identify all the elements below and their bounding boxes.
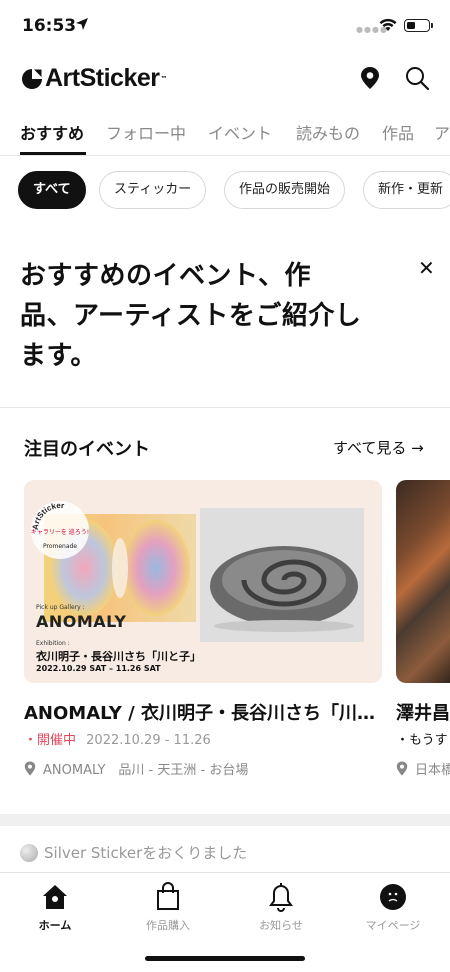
event-card-location-2: 日本橋 [396,759,450,778]
tab-home[interactable]: ホーム [10,881,100,933]
filter-chip-all[interactable]: すべて [18,171,86,209]
logo-mark-icon [22,68,42,89]
event-dates: 2022.10.29 - 11.26 [86,733,211,748]
event-card-location: ANOMALY 品川 - 天王洲 - お台場 [24,759,248,778]
tab-shop[interactable]: 作品購入 [123,881,213,933]
intro-line-1: おすすめのイベント、作 [20,261,311,291]
wifi-icon [379,18,397,31]
tab-shop-label: 作品購入 [146,919,190,932]
notice-text: Silver Stickerをおくりました [44,844,248,862]
tab-events[interactable]: イベント [208,120,272,144]
logo-trademark: ™ [160,74,168,83]
event-card-title-2[interactable]: 澤井昌 [396,699,450,725]
badge-text-2: Promenade [43,543,77,550]
badge-inner-text: ギャラリーを 巡ろう! [31,528,89,536]
location-pin-icon [24,761,36,776]
main-tabs: おすすめ フォロー中 イベント 読みもの 作品 ア [0,116,450,156]
home-icon [43,885,67,909]
location-pin-icon [396,761,408,776]
exhibition-date: 2022.10.29 SAT – 11.26 SAT [36,664,161,673]
tab-mypage[interactable]: マイページ [348,881,438,933]
see-all-link[interactable]: すべて見る → [333,437,424,458]
section-divider [0,407,450,408]
exhibition-title: 衣川明子・長谷川さち「川と子」 [36,650,201,663]
intro-line-2: 品、アーティストをご紹介し [20,301,362,331]
battery-icon [404,19,433,32]
sticker-notice[interactable]: Silver Stickerをおくりました [20,842,247,863]
shopping-bag-icon [157,882,179,910]
status-time: 16:53 [22,16,77,36]
tab-recommended[interactable]: おすすめ [20,120,84,144]
filter-chip-sticker[interactable]: スティッカー [99,171,207,209]
silver-sticker-icon [20,843,38,862]
intro-heading: おすすめのイベント、作 品、アーティストをご紹介し ます。 [20,256,400,376]
tab-home-label: ホーム [38,919,72,932]
filter-chips: すべて スティッカー 作品の販売開始 新作・更新 [0,171,450,211]
tab-more[interactable]: ア [434,120,450,144]
venue-text-2: 日本橋 [415,763,450,778]
tab-works[interactable]: 作品 [382,120,414,144]
bell-icon [269,883,293,912]
artsticker-logo[interactable]: ArtSticker ™ [20,64,168,93]
tab-mypage-label: マイページ [365,919,421,932]
close-icon[interactable]: ✕ [418,256,435,280]
tab-notifications-label: お知らせ [259,919,303,932]
logo-text: ArtSticker [45,64,160,92]
section-title: 注目のイベント [24,439,150,460]
filter-chip-new-updated[interactable]: 新作・更新 [363,171,450,209]
section-separator [0,814,450,826]
map-pin-icon[interactable] [360,66,380,90]
event-card-image[interactable]: ArtSticker ギャラリーを 巡ろう! Promenade Pick up… [24,480,382,683]
status-bar: 16:53 ●●●● [0,0,450,50]
search-icon[interactable] [404,65,430,91]
pickup-label: Pick up Gallery : [36,604,85,611]
sculpture-photo [200,508,364,642]
tab-following[interactable]: フォロー中 [106,120,186,144]
event-card-status: ・開催中 2022.10.29 - 11.26 [24,729,211,748]
event-card-status-2: ・もうす [396,733,448,748]
filter-chip-sales-start[interactable]: 作品の販売開始 [224,171,346,209]
event-card-image-2[interactable] [396,480,450,683]
venue-text: ANOMALY 品川 - 天王洲 - お台場 [43,763,249,778]
location-arrow-icon [76,18,88,30]
home-indicator [145,956,305,961]
status-open: ・開催中 [24,733,77,748]
gallery-name: ANOMALY [36,612,127,631]
app-header: ArtSticker ™ [0,58,450,98]
exhibition-label: Exhibition : [36,640,70,647]
avatar-icon [380,884,406,910]
tab-articles[interactable]: 読みもの [296,120,360,144]
active-tab-indicator [20,152,86,155]
promenade-badge-icon: ArtSticker ギャラリーを 巡ろう! Promenade [31,501,89,559]
event-card-title[interactable]: ANOMALY / 衣川明子・長谷川さち「川… [24,699,375,725]
tab-notifications[interactable]: お知らせ [236,881,326,933]
intro-line-3: ます。 [20,341,97,371]
